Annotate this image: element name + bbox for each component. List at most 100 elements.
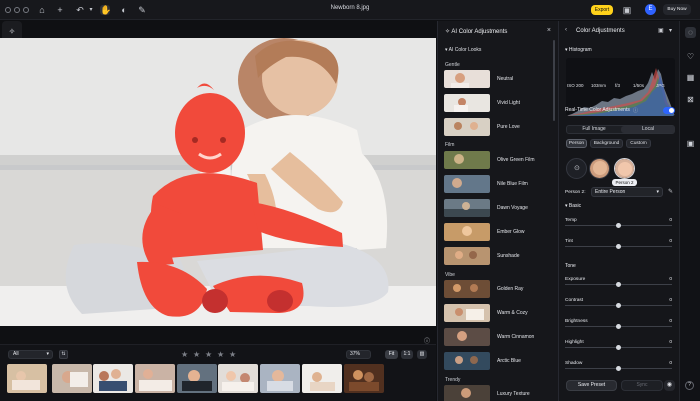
slider-value: 0 [669,319,672,324]
slider-knob[interactable] [616,223,621,228]
zoom-select[interactable]: 37% [346,350,371,359]
preset-label: Olive Green Film [497,157,535,163]
thumbnail[interactable] [344,364,384,393]
camera-icon[interactable]: ▣ [685,138,696,149]
star-icon[interactable]: ★ [217,351,225,359]
panel-title: ✧ AI Color Adjustments [445,28,507,35]
preset-dawn-voyage[interactable]: Dawn Voyage [444,199,554,217]
chat-icon[interactable]: ◌ [685,27,696,38]
thumbnail[interactable] [93,364,133,393]
image-canvas[interactable] [0,38,436,326]
sort-button[interactable]: ⇅ [59,350,68,359]
panel-toggle-button[interactable]: ▥ [417,350,427,359]
sync-button[interactable]: Sync [621,380,663,391]
thumbnail[interactable] [218,364,258,393]
layout-icon[interactable]: ▣ [658,27,664,34]
thumbnail[interactable] [7,364,47,393]
custom-chip[interactable]: Custom [626,139,651,148]
slider-knob[interactable] [616,244,621,249]
info-icon[interactable]: ⓘ [633,107,638,114]
ai-color-adjustments-panel: ✧ AI Color Adjustments × ▾ AI Color Look… [437,21,558,401]
edit-icon[interactable]: ✎ [668,188,673,195]
entire-person-select[interactable]: Entire Person ▾ [591,187,663,197]
canvas-status-bar: ⓘ [0,336,436,345]
star-icon[interactable]: ★ [193,351,201,359]
star-icon[interactable]: ★ [205,351,213,359]
select-icon[interactable]: ⊠ [685,94,696,105]
preset-warm-cinnamon[interactable]: Warm Cinnamon [444,328,554,346]
export-button[interactable]: Export [591,5,613,15]
slider-label: Tint [565,239,573,244]
preset-neutral[interactable]: Neutral [444,70,554,88]
slider-knob[interactable] [616,324,621,329]
highlight-slider[interactable]: Highlight 0 [565,340,672,350]
preset-label: Dawn Voyage [497,205,528,211]
star-icon[interactable]: ★ [229,351,237,359]
filter-select[interactable]: All ▾ [8,350,53,359]
back-icon[interactable]: ‹ [565,27,567,33]
preset-label: Nile Blue Film [497,181,528,187]
compare-icon[interactable]: ▣ [622,5,632,15]
slider-value: 0 [669,361,672,366]
slider-knob[interactable] [616,303,621,308]
slider-value: 0 [669,239,672,244]
basic-section[interactable]: ▾ Basic [565,203,581,209]
brightness-slider[interactable]: Brightness 0 [565,319,672,329]
preset-ember-glow[interactable]: Ember Glow [444,223,554,241]
exposure-slider[interactable]: Exposure 0 [565,277,672,287]
one-to-one-button[interactable]: 1:1 [401,350,413,359]
slider-knob[interactable] [616,282,621,287]
close-icon[interactable]: × [547,27,551,34]
heart-icon[interactable]: ♡ [685,51,696,62]
preset-nile-blue-film[interactable]: Nile Blue Film [444,175,554,193]
person-thumbnail-2[interactable] [614,158,635,179]
fit-button[interactable]: Fit [385,350,398,359]
eye-icon[interactable]: ◉ [664,380,675,391]
temp-slider[interactable]: Temp 0 [565,218,672,228]
background-chip[interactable]: Background [590,139,623,148]
ai-color-looks-section[interactable]: ▾ AI Color Looks [445,47,481,53]
slider-label: Exposure [565,277,586,282]
histogram-section[interactable]: ▾ Histogram [565,47,592,53]
color-adjustments-panel: ‹ Color Adjustments ▣ ▾ ▾ Histogram ISO … [558,21,679,401]
realtime-toggle[interactable] [663,107,675,114]
chevron-down-icon[interactable]: ▾ [669,27,672,34]
local-tab[interactable]: Local [621,126,675,133]
panel-title-text: AI Color Adjustments [451,29,508,35]
preset-olive-green-film[interactable]: Olive Green Film [444,151,554,169]
tint-slider[interactable]: Tint 0 [565,239,672,249]
preset-vivid-light[interactable]: Vivid Light [444,94,554,112]
preset-scrollbar[interactable] [553,40,555,121]
slider-knob[interactable] [616,366,621,371]
filter-value: All [13,351,19,357]
user-avatar[interactable]: E [645,4,656,15]
help-button[interactable]: ? [685,381,694,390]
slider-knob[interactable] [616,345,621,350]
scope-segmented-control[interactable]: Full Image Local [566,125,675,134]
thumbnail[interactable] [52,364,92,393]
person-thumbnail-1[interactable] [589,158,610,179]
star-icon[interactable]: ★ [181,351,189,359]
preset-golden-ray[interactable]: Golden Ray [444,280,554,298]
thumbnail[interactable] [302,364,342,393]
thumbnail[interactable] [135,364,175,393]
preset-luxury-texture[interactable]: Luxury Texture [444,385,554,401]
preset-label: Luxury Texture [497,391,530,397]
thumbnail[interactable] [177,364,217,393]
preset-sunshade[interactable]: Sunshade [444,247,554,265]
preset-pure-love[interactable]: Pure Love [444,118,554,136]
grid-icon[interactable]: ▦ [685,72,696,83]
ai-tool-icon[interactable]: ✧ [7,27,17,37]
full-image-tab[interactable]: Full Image [567,126,621,133]
thumbnail[interactable] [260,364,300,393]
preset-warm-cozy[interactable]: Warm & Cozy [444,304,554,322]
save-preset-button[interactable]: Save Preset [566,380,617,391]
buy-now-button[interactable]: Buy Now [663,4,691,15]
preset-label: Neutral [497,76,514,82]
person-chip[interactable]: Person [566,139,587,148]
shadow-slider[interactable]: Shadow 0 [565,361,672,371]
contrast-slider[interactable]: Contrast 0 [565,298,672,308]
rating-stars[interactable]: ★ ★ ★ ★ ★ [181,351,237,360]
preset-arctic-blue[interactable]: Arctic Blue [444,352,554,370]
add-person-button[interactable]: ⊙ [566,158,587,179]
